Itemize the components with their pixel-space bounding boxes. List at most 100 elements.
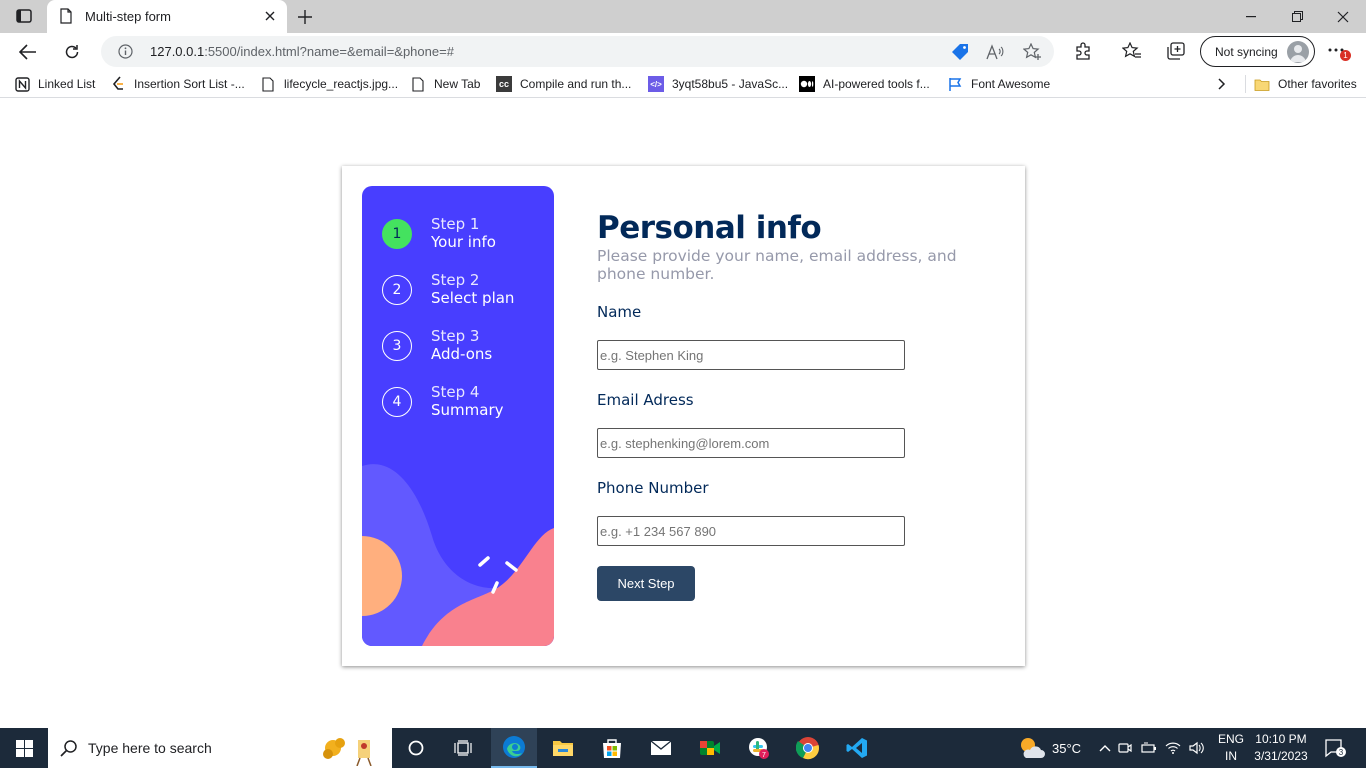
clock-time: 10:10 PM bbox=[1255, 732, 1307, 746]
browser-toolbar: 127.0.0.1:5500/index.html?name=&email=&p… bbox=[0, 33, 1366, 70]
step-item-4[interactable]: 4 Step 4 Summary bbox=[382, 383, 552, 423]
url-text: 127.0.0.1:5500/index.html?name=&email=&p… bbox=[150, 44, 454, 59]
more-menu-icon[interactable]: 1 bbox=[1326, 40, 1351, 62]
battery-icon[interactable] bbox=[1137, 742, 1161, 754]
extensions-icon[interactable] bbox=[1072, 40, 1094, 62]
bookmark-label: Other favorites bbox=[1278, 77, 1357, 91]
step-number: 3 bbox=[382, 331, 412, 361]
tab-title: Multi-step form bbox=[85, 9, 171, 24]
bookmark-item[interactable]: Linked List bbox=[14, 75, 95, 93]
weather-temp: 35°C bbox=[1052, 740, 1082, 756]
personal-info-form: Personal info Please provide your name, … bbox=[597, 166, 1007, 666]
file-explorer-icon[interactable] bbox=[540, 728, 586, 768]
new-tab-icon[interactable] bbox=[294, 6, 316, 28]
bookmark-label: Linked List bbox=[38, 77, 96, 91]
step-title: Step 1 bbox=[431, 215, 480, 233]
phone-input[interactable] bbox=[597, 516, 905, 546]
chrome-icon[interactable] bbox=[785, 728, 831, 768]
weather-widget[interactable]: 35°C bbox=[1018, 728, 1081, 768]
page-icon bbox=[59, 8, 73, 29]
tab-actions-icon[interactable] bbox=[14, 7, 34, 25]
browser-tab-bar: Multi-step form bbox=[0, 0, 1366, 33]
medium-icon bbox=[799, 76, 815, 92]
multi-step-form-card: 1 Step 1 Your info 2 Step 2 Select plan … bbox=[342, 166, 1025, 666]
mail-icon[interactable] bbox=[638, 728, 684, 768]
page-icon bbox=[410, 76, 426, 92]
profile-button[interactable]: Not syncing bbox=[1200, 36, 1315, 67]
bookmark-label: lifecycle_reactjs.jpg... bbox=[284, 77, 399, 91]
back-icon[interactable] bbox=[13, 37, 43, 67]
bookmarks-bar: Linked List Insertion Sort List -... lif… bbox=[0, 70, 1366, 98]
email-label: Email Adress bbox=[597, 391, 694, 409]
step-title: Step 3 bbox=[431, 327, 480, 345]
email-input[interactable] bbox=[597, 428, 905, 458]
language-indicator[interactable]: ENG IN bbox=[1216, 728, 1246, 768]
address-bar[interactable]: 127.0.0.1:5500/index.html?name=&email=&p… bbox=[101, 36, 1054, 67]
edge-taskbar-icon[interactable] bbox=[491, 728, 537, 768]
bookmark-label: 3yqt58bu5 - JavaSc... bbox=[672, 77, 789, 91]
step-item-2[interactable]: 2 Step 2 Select plan bbox=[382, 271, 552, 311]
bookmark-item[interactable]: </> 3yqt58bu5 - JavaSc... bbox=[648, 75, 788, 93]
meet-now-icon[interactable] bbox=[1113, 741, 1137, 755]
steps-sidebar: 1 Step 1 Your info 2 Step 2 Select plan … bbox=[362, 186, 554, 646]
browser-tab[interactable]: Multi-step form bbox=[47, 0, 287, 33]
slack-icon[interactable]: 7 bbox=[736, 728, 782, 768]
wifi-icon[interactable] bbox=[1161, 742, 1185, 754]
cortana-icon[interactable] bbox=[393, 728, 439, 768]
leetcode-icon bbox=[110, 76, 126, 92]
windows-start-icon[interactable] bbox=[0, 728, 48, 768]
bookmarks-overflow-icon[interactable] bbox=[1218, 75, 1226, 93]
other-favorites[interactable]: Other favorites bbox=[1245, 75, 1357, 93]
bookmark-item[interactable]: Insertion Sort List -... bbox=[110, 75, 245, 93]
close-window-icon[interactable] bbox=[1320, 0, 1366, 33]
shopping-tag-icon[interactable] bbox=[950, 42, 970, 62]
action-center-icon[interactable]: 3 bbox=[1322, 728, 1348, 768]
meet-icon[interactable] bbox=[687, 728, 733, 768]
step-name: Summary bbox=[431, 401, 504, 419]
weather-sun-icon bbox=[1021, 738, 1045, 758]
step-item-1[interactable]: 1 Step 1 Your info bbox=[382, 215, 552, 255]
notification-badge: 1 bbox=[1340, 50, 1351, 61]
name-input[interactable] bbox=[597, 340, 905, 370]
name-label: Name bbox=[597, 303, 642, 321]
bookmark-item[interactable]: cc Compile and run th... bbox=[496, 75, 631, 93]
bookmark-item[interactable]: Font Awesome bbox=[947, 75, 1050, 93]
cc-icon: cc bbox=[496, 76, 512, 92]
clock[interactable]: 10:10 PM 3/31/2023 bbox=[1250, 728, 1312, 768]
step-title: Step 2 bbox=[431, 271, 480, 289]
bookmark-item[interactable]: AI-powered tools f... bbox=[799, 75, 930, 93]
bookmark-item[interactable]: New Tab bbox=[410, 75, 480, 93]
notification-count: 3 bbox=[1339, 748, 1344, 757]
volume-icon[interactable] bbox=[1185, 741, 1209, 755]
search-placeholder: Type here to search bbox=[88, 740, 212, 756]
read-aloud-icon[interactable] bbox=[985, 42, 1005, 62]
chevron-up-icon[interactable] bbox=[1097, 744, 1113, 752]
bookmark-label: Insertion Sort List -... bbox=[134, 77, 245, 91]
add-favorite-icon[interactable] bbox=[1022, 42, 1042, 62]
microsoft-store-icon[interactable] bbox=[589, 728, 635, 768]
code-icon: </> bbox=[648, 76, 664, 92]
step-number: 4 bbox=[382, 387, 412, 417]
step-item-3[interactable]: 3 Step 3 Add-ons bbox=[382, 327, 552, 367]
notion-icon bbox=[14, 76, 30, 92]
site-info-icon[interactable] bbox=[118, 44, 133, 64]
vscode-icon[interactable] bbox=[834, 728, 880, 768]
step-number: 2 bbox=[382, 275, 412, 305]
avatar bbox=[1287, 41, 1309, 63]
close-tab-icon[interactable] bbox=[261, 7, 279, 25]
bookmark-item[interactable]: lifecycle_reactjs.jpg... bbox=[260, 75, 398, 93]
task-view-icon[interactable] bbox=[440, 728, 486, 768]
region-code: IN bbox=[1224, 749, 1237, 763]
taskbar-search-box[interactable]: Type here to search bbox=[48, 728, 392, 768]
bookmark-label: New Tab bbox=[434, 77, 481, 91]
clock-date: 3/31/2023 bbox=[1254, 749, 1308, 763]
step-title: Step 4 bbox=[431, 383, 480, 401]
page-icon bbox=[260, 76, 276, 92]
profile-label: Not syncing bbox=[1215, 45, 1278, 59]
collections-icon[interactable] bbox=[1165, 40, 1187, 62]
minimize-icon[interactable] bbox=[1228, 0, 1274, 33]
refresh-icon[interactable] bbox=[57, 37, 87, 67]
favorites-icon[interactable] bbox=[1121, 40, 1143, 62]
restore-icon[interactable] bbox=[1274, 0, 1320, 33]
next-step-button[interactable]: Next Step bbox=[597, 566, 695, 601]
